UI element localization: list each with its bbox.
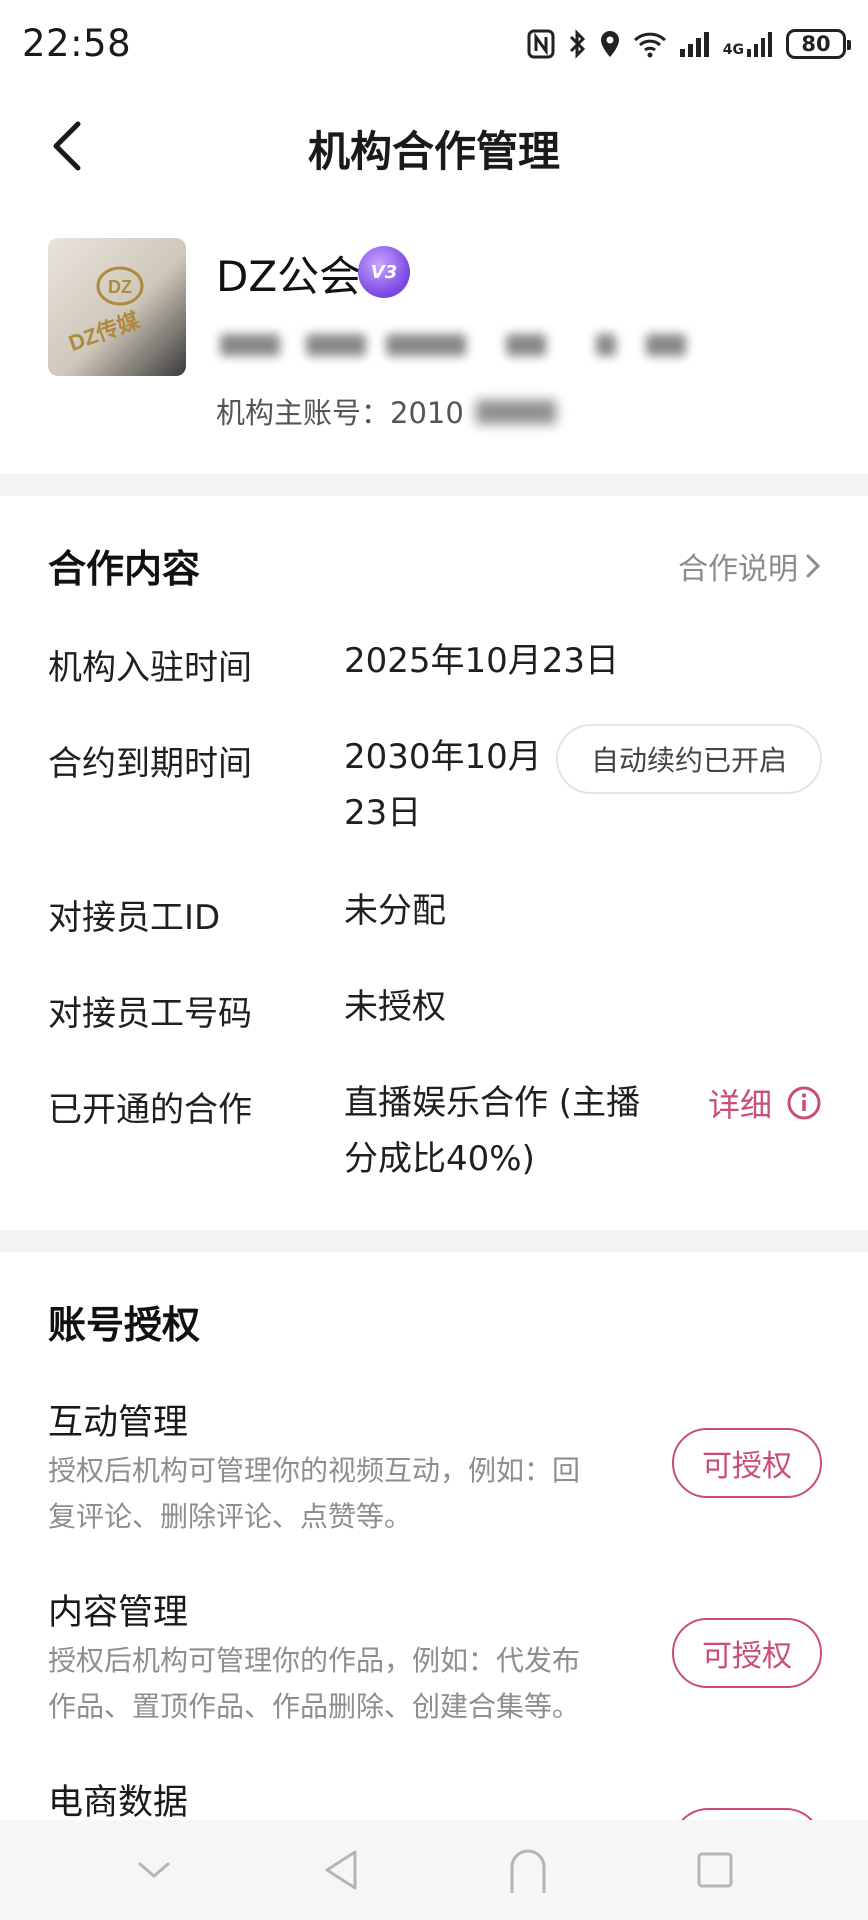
status-icons: 4G 80	[527, 24, 851, 64]
divider	[0, 474, 868, 496]
desc-line: 作品、置顶作品、作品删除、创建合集等。	[48, 1690, 581, 1723]
home-arch-icon[interactable]	[498, 1840, 558, 1900]
detail-link[interactable]: 详细	[708, 1080, 822, 1126]
info-icon	[787, 1086, 821, 1120]
4g-signal-icon: 4G	[723, 31, 774, 57]
back-triangle-icon[interactable]	[311, 1840, 371, 1900]
status-time: 22:58	[22, 22, 132, 65]
row-label: 对接员工号码	[48, 994, 252, 1034]
page-title: 机构合作管理	[307, 127, 560, 176]
section-title: 合作内容	[48, 547, 201, 591]
battery-icon: 80	[786, 29, 851, 59]
level-badge-icon: V3	[358, 246, 410, 298]
recents-square-icon[interactable]	[685, 1840, 745, 1900]
section-title: 账号授权	[48, 1303, 201, 1347]
bluetooth-icon	[567, 29, 587, 59]
org-logo: DZ DZ传媒	[48, 238, 186, 376]
row-value-line: 直播娱乐合作 (主播	[344, 1083, 641, 1123]
wifi-icon	[633, 30, 667, 58]
row-label: 已开通的合作	[48, 1090, 252, 1130]
redacted-info	[216, 330, 696, 364]
authorize-button[interactable]: 可授权	[672, 1618, 822, 1688]
network-type: 4G	[722, 42, 744, 58]
permission-title: 互动管理	[48, 1403, 189, 1443]
row-value: 2030年10月 23日	[344, 729, 542, 841]
chevron-right-icon	[806, 554, 821, 578]
row-label: 机构入驻时间	[48, 648, 252, 688]
row-value: 直播娱乐合作 (主播 分成比40%)	[344, 1075, 640, 1187]
row-label: 合约到期时间	[48, 744, 252, 784]
owner-account: 机构主账号：2010	[216, 396, 464, 430]
row-value: 未分配	[344, 891, 446, 931]
chevron-down-icon[interactable]	[124, 1840, 184, 1900]
row-value: 2025年10月23日	[344, 641, 620, 681]
desc-line: 授权后机构可管理你的视频互动，例如：回	[48, 1454, 581, 1487]
svg-text:DZ传媒: DZ传媒	[65, 307, 143, 356]
desc-line: 复评论、删除评论、点赞等。	[48, 1500, 413, 1533]
permission-desc: 授权后机构可管理你的作品，例如：代发布 作品、置顶作品、作品删除、创建合集等。	[48, 1638, 628, 1730]
org-name: DZ公会	[216, 252, 362, 301]
permission-desc: 授权后机构可管理你的视频互动，例如：回 复评论、删除评论、点赞等。	[48, 1448, 628, 1540]
auto-renew-tag: 自动续约已开启	[556, 724, 822, 794]
svg-text:DZ: DZ	[108, 277, 132, 297]
location-icon	[599, 29, 621, 59]
permission-title: 内容管理	[48, 1593, 189, 1633]
detail-label: 详细	[707, 1086, 772, 1124]
row-value: 未授权	[344, 987, 446, 1027]
row-value-line: 分成比40%)	[344, 1139, 535, 1179]
row-value-line: 2030年10月	[344, 737, 542, 777]
cooperation-explain-link[interactable]: 合作说明	[678, 544, 822, 588]
divider	[0, 1230, 868, 1252]
permission-title: 电商数据	[48, 1783, 189, 1823]
explain-link-label: 合作说明	[678, 552, 798, 587]
authorize-button[interactable]: 可授权	[672, 1428, 822, 1498]
nfc-icon	[527, 29, 555, 59]
desc-line: 授权后机构可管理你的作品，例如：代发布	[48, 1644, 581, 1677]
row-label: 对接员工ID	[48, 898, 221, 938]
signal-icon	[679, 31, 711, 57]
redacted-account	[476, 400, 556, 424]
row-value-line: 23日	[344, 793, 422, 833]
system-nav-bar	[0, 1820, 868, 1920]
